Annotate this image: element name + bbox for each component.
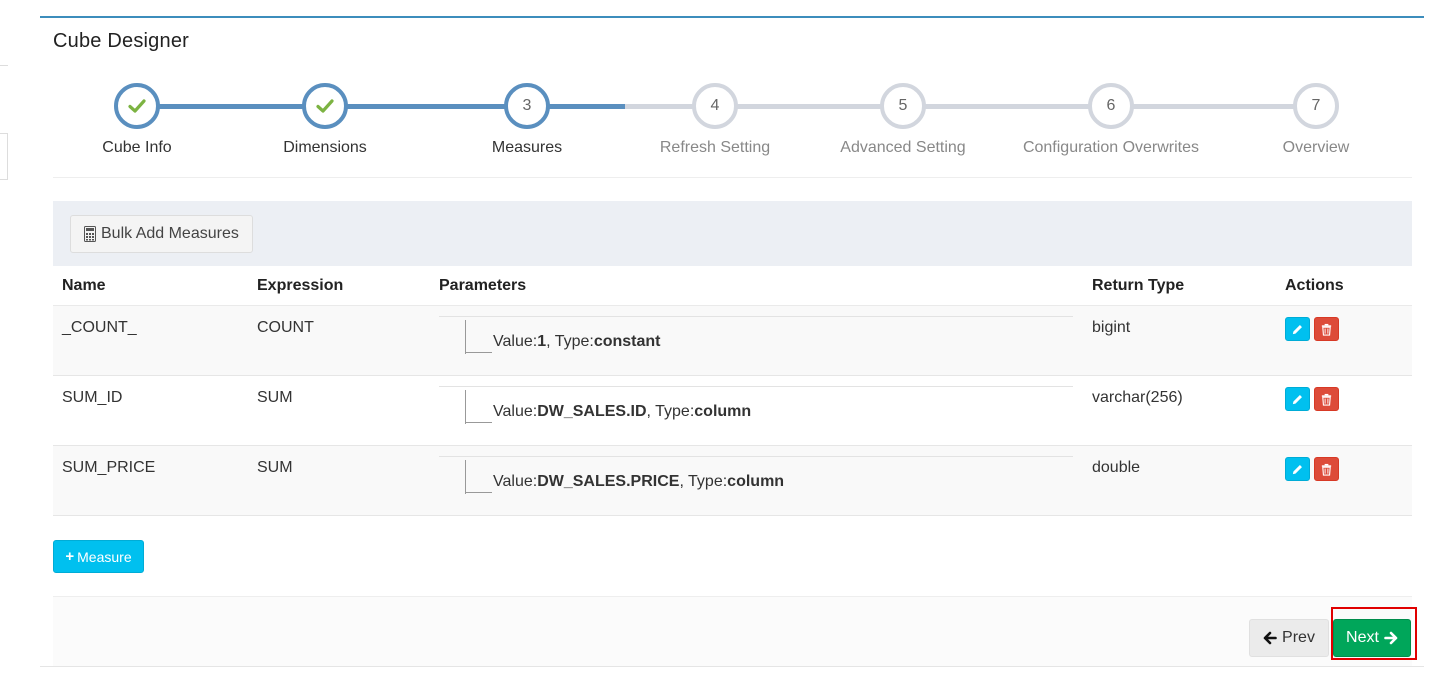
panel-bottom-border [40,666,1424,667]
param-type: column [694,403,752,420]
measure-expression: COUNT [257,319,314,336]
left-panel-edge [0,65,8,66]
header-parameters: Parameters [439,277,527,294]
measure-expression: SUM [257,389,293,406]
header-expression: Expression [257,277,344,294]
table-row: _COUNT_ COUNT Value:1, Type:constant big… [53,306,1412,376]
prev-button[interactable]: Prev [1249,619,1329,657]
table-header: Name Expression Parameters Return Type A… [53,266,1412,306]
table-row: SUM_ID SUM Value:DW_SALES.ID, Type:colum… [53,376,1412,446]
wizard-step-dimensions[interactable]: Dimensions [215,83,435,157]
add-measure-button[interactable]: + Measure [53,540,144,573]
param-value-label: Value: [493,403,538,420]
delete-measure-button[interactable] [1314,387,1339,411]
wizard-step-refresh-setting[interactable]: 4 Refresh Setting [605,83,825,157]
wizard-step-overview[interactable]: 7 Overview [1206,83,1426,157]
trash-icon [1321,463,1332,476]
param-value: 1 [537,333,547,350]
measure-name: SUM_ID [62,389,123,406]
wizard-step-configuration-overwrites[interactable]: 6 Configuration Overwrites [1001,83,1221,157]
param-type-label: , Type: [646,403,695,420]
measure-return-type: varchar(256) [1092,389,1183,406]
next-label: Next [1346,629,1379,646]
param-type: column [727,473,785,490]
edit-measure-button[interactable] [1285,317,1310,341]
measure-parameters: Value:1, Type:constant [439,316,1073,356]
check-icon [316,99,334,113]
bulk-add-measures-button[interactable]: Bulk Add Measures [70,215,253,253]
prev-label: Prev [1282,629,1315,646]
trash-icon [1321,323,1332,336]
page-title: Cube Designer [53,30,190,52]
step-label: Measures [491,139,563,156]
step-label: Overview [1282,139,1350,156]
header-return-type: Return Type [1092,277,1185,294]
step-label: Configuration Overwrites [1022,139,1200,156]
measure-parameters: Value:DW_SALES.PRICE, Type:column [439,456,1073,496]
plus-icon: + [65,548,75,565]
step-label: Dimensions [283,139,367,156]
calculator-icon [84,226,96,242]
check-icon [128,99,146,113]
cube-designer-panel: Cube Designer Cube Info Dimensions 3 Mea… [40,16,1424,668]
arrow-left-icon [1263,631,1277,645]
step-label: Refresh Setting [659,139,771,156]
wizard-step-measures[interactable]: 3 Measures [417,83,637,157]
pencil-icon [1292,324,1302,334]
measure-name: _COUNT_ [62,319,137,336]
delete-measure-button[interactable] [1314,457,1339,481]
step-circle: 4 [692,83,738,129]
wizard-step-cube-info[interactable]: Cube Info [27,83,247,157]
step-circle: 6 [1088,83,1134,129]
arrow-right-icon [1384,631,1398,645]
param-type-label: , Type: [546,333,594,350]
pencil-icon [1292,394,1302,404]
edit-measure-button[interactable] [1285,387,1310,411]
left-panel-stub [0,133,8,180]
measures-toolbar: Bulk Add Measures [53,201,1412,266]
measure-parameters: Value:DW_SALES.ID, Type:column [439,386,1073,426]
wizard-steps: Cube Info Dimensions 3 Measures 4 Refres… [53,78,1412,178]
edit-measure-button[interactable] [1285,457,1310,481]
step-circle: 7 [1293,83,1339,129]
wizard-step-advanced-setting[interactable]: 5 Advanced Setting [793,83,1013,157]
step-circle: 5 [880,83,926,129]
add-measure-label: Measure [77,548,132,565]
param-value-label: Value: [493,333,538,350]
header-actions: Actions [1285,277,1344,294]
bulk-add-label: Bulk Add Measures [101,225,239,242]
param-value: DW_SALES.ID [537,403,647,420]
pencil-icon [1292,464,1302,474]
trash-icon [1321,393,1332,406]
wizard-footer: Prev Next [53,597,1412,667]
delete-measure-button[interactable] [1314,317,1339,341]
measure-return-type: bigint [1092,319,1131,336]
measure-return-type: double [1092,459,1141,476]
step-circle [302,83,348,129]
table-row: SUM_PRICE SUM Value:DW_SALES.PRICE, Type… [53,446,1412,516]
param-type: constant [593,333,661,350]
step-circle: 3 [504,83,550,129]
measure-expression: SUM [257,459,293,476]
param-value-label: Value: [493,473,538,490]
step-label: Advanced Setting [840,139,966,156]
step-label: Cube Info [102,139,172,156]
param-type-label: , Type: [679,473,728,490]
measures-table: Name Expression Parameters Return Type A… [53,266,1412,516]
param-value: DW_SALES.PRICE [537,473,680,490]
header-name: Name [62,277,106,294]
next-button[interactable]: Next [1333,619,1411,657]
measure-name: SUM_PRICE [62,459,156,476]
step-circle [114,83,160,129]
